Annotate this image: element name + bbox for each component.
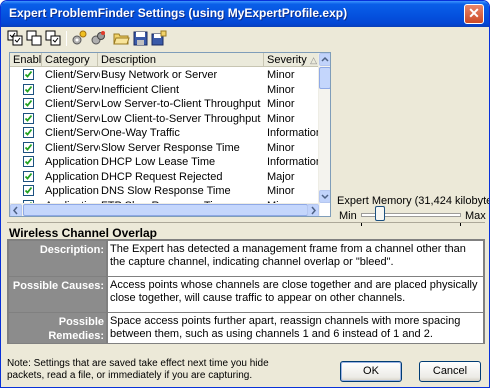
table-row[interactable]: Client/ServerLow Client-to-Server Throug… bbox=[10, 112, 320, 127]
table-row[interactable]: Client/ServerOne-Way Traffic Informationa… bbox=[10, 126, 320, 141]
description-cell: Slow Server Response Time bbox=[101, 141, 240, 154]
close-button[interactable]: ✕ bbox=[464, 4, 484, 24]
enable-checkbox[interactable] bbox=[23, 127, 34, 138]
problem-grid: Enable Category Description Severity △ C… bbox=[9, 52, 331, 217]
column-header-description[interactable]: Description bbox=[98, 53, 264, 67]
enable-checkbox[interactable] bbox=[23, 112, 34, 124]
open-icon[interactable] bbox=[113, 30, 130, 47]
severity-cell: Major bbox=[267, 170, 295, 183]
scroll-right-button[interactable] bbox=[307, 204, 319, 216]
column-header-severity[interactable]: Severity △ bbox=[264, 53, 320, 67]
severity-cell: Minor bbox=[267, 141, 295, 154]
advanced-settings-icon[interactable] bbox=[90, 30, 107, 47]
invert-selection-icon[interactable] bbox=[45, 30, 62, 47]
memory-max-label: Max bbox=[465, 210, 486, 222]
severity-cell: Minor bbox=[267, 112, 295, 125]
problem-detail-table: Description: The Expert has detected a m… bbox=[7, 239, 485, 344]
toolbar-separator bbox=[66, 31, 67, 46]
table-row[interactable]: Client/ServerInefficient Client Minor bbox=[10, 83, 320, 98]
problem-title: Wireless Channel Overlap bbox=[9, 226, 157, 240]
remedies-label: Possible Remedies: bbox=[9, 313, 106, 343]
enable-checkbox[interactable] bbox=[23, 141, 34, 153]
chevron-right-icon bbox=[311, 206, 316, 215]
divider bbox=[7, 222, 485, 223]
chevron-left-icon bbox=[13, 206, 18, 215]
description-cell: DHCP Request Rejected bbox=[101, 170, 223, 183]
category-cell: Application bbox=[45, 185, 99, 197]
severity-cell: Minor bbox=[267, 69, 295, 81]
description-cell: One-Way Traffic bbox=[101, 127, 180, 139]
description-text: The Expert has detected a management fra… bbox=[108, 241, 483, 276]
remedies-text: Space access points further apart, reass… bbox=[108, 313, 483, 343]
category-cell: Client/Server bbox=[45, 112, 100, 125]
select-none-icon[interactable] bbox=[26, 30, 43, 47]
description-cell: DNS Slow Response Time bbox=[101, 185, 231, 197]
table-row[interactable]: Client/ServerSlow Server Response Time Mi… bbox=[10, 141, 320, 156]
severity-cell: Minor bbox=[267, 83, 295, 96]
enable-checkbox[interactable] bbox=[23, 156, 34, 167]
save-as-icon[interactable] bbox=[151, 30, 168, 47]
severity-cell: Informational bbox=[267, 127, 320, 139]
save-icon[interactable] bbox=[132, 30, 149, 47]
toolbar bbox=[5, 29, 485, 49]
grid-horizontal-scrollbar[interactable] bbox=[10, 203, 320, 216]
description-label: Description: bbox=[9, 241, 106, 276]
grid-header: Enable Category Description Severity △ bbox=[10, 53, 320, 67]
scroll-left-button[interactable] bbox=[10, 204, 22, 216]
category-cell: Application bbox=[45, 156, 99, 168]
title-bar: Expert ProblemFinder Settings (using MyE… bbox=[1, 1, 489, 27]
column-header-category[interactable]: Category bbox=[42, 53, 98, 67]
description-cell: DHCP Low Lease Time bbox=[101, 156, 216, 168]
cancel-button[interactable]: Cancel bbox=[419, 361, 481, 382]
category-cell: Client/Server bbox=[45, 69, 100, 81]
settings-dialog: Expert ProblemFinder Settings (using MyE… bbox=[0, 0, 490, 388]
table-row[interactable]: Application DHCP Request Rejected Major bbox=[10, 170, 320, 185]
grid-rows: Client/ServerBusy Network or ServerMinor… bbox=[10, 68, 320, 213]
category-cell: Client/Server bbox=[45, 127, 100, 139]
description-cell: Inefficient Client bbox=[101, 83, 180, 96]
window-title: Expert ProblemFinder Settings (using MyE… bbox=[9, 6, 348, 20]
column-header-enable[interactable]: Enable bbox=[10, 53, 42, 67]
severity-cell: Minor bbox=[267, 98, 295, 110]
enable-checkbox[interactable] bbox=[23, 83, 34, 95]
enable-checkbox[interactable] bbox=[23, 69, 34, 80]
severity-cell: Minor bbox=[267, 185, 295, 197]
description-cell: Low Server-to-Client Throughput bbox=[101, 98, 261, 110]
scroll-up-button[interactable] bbox=[319, 53, 330, 66]
description-cell: Low Client-to-Server Throughput bbox=[101, 112, 261, 125]
category-cell: Application bbox=[45, 170, 99, 183]
scroll-down-button[interactable] bbox=[319, 190, 330, 203]
settings-icon[interactable] bbox=[71, 30, 88, 47]
settings-note: Note: Settings that are saved take effec… bbox=[7, 358, 269, 381]
memory-slider-thumb[interactable] bbox=[375, 206, 386, 221]
category-cell: Client/Server bbox=[45, 98, 100, 110]
chevron-up-icon bbox=[321, 56, 329, 62]
description-cell: Busy Network or Server bbox=[101, 69, 218, 81]
scroll-thumb-vertical[interactable] bbox=[319, 67, 330, 89]
memory-min-label: Min bbox=[339, 210, 357, 222]
table-row[interactable]: Application DHCP Low Lease Time Informatio… bbox=[10, 155, 320, 170]
enable-checkbox[interactable] bbox=[23, 170, 34, 182]
expert-memory-label: Expert Memory (31,424 kilobytes) bbox=[337, 195, 490, 207]
column-header-severity-label: Severity bbox=[267, 54, 307, 66]
table-row[interactable]: Application DNS Slow Response Time Minor bbox=[10, 184, 320, 199]
scroll-thumb-horizontal[interactable] bbox=[23, 204, 308, 216]
table-row[interactable]: Client/ServerLow Server-to-Client Throug… bbox=[10, 97, 320, 112]
select-all-icon[interactable] bbox=[7, 30, 24, 47]
causes-text: Access points whose channels are close t… bbox=[108, 277, 483, 312]
grid-vertical-scrollbar[interactable] bbox=[318, 53, 330, 203]
causes-label: Possible Causes: bbox=[9, 277, 106, 312]
enable-checkbox[interactable] bbox=[23, 185, 34, 196]
category-cell: Client/Server bbox=[45, 83, 100, 96]
ok-button[interactable]: OK bbox=[340, 361, 402, 382]
enable-checkbox[interactable] bbox=[23, 98, 34, 109]
category-cell: Client/Server bbox=[45, 141, 100, 154]
chevron-down-icon bbox=[321, 194, 329, 200]
table-row[interactable]: Client/ServerBusy Network or Server Minor bbox=[10, 68, 320, 83]
severity-cell: Informational bbox=[267, 156, 320, 168]
sort-ascending-icon: △ bbox=[310, 55, 317, 65]
